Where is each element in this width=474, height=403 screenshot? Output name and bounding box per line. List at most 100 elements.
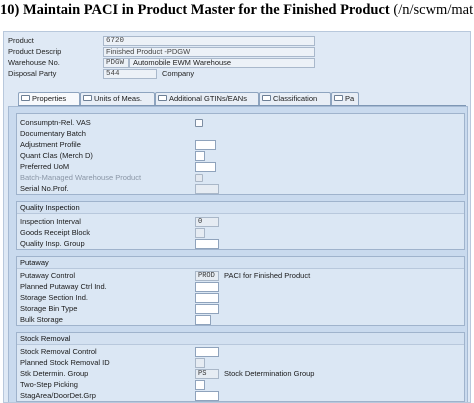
page-heading: 10) Maintain PACI in Product Master for … bbox=[0, 2, 474, 24]
tab-page-icon bbox=[158, 95, 167, 102]
goods-receipt-block-input[interactable] bbox=[195, 228, 205, 238]
row-putaway-control: Putaway Control PROD PACI for Finished P… bbox=[17, 271, 462, 281]
planned-putaway-ctrl-input[interactable] bbox=[195, 282, 219, 292]
row-goods-receipt-block: Goods Receipt Block bbox=[17, 228, 462, 238]
row-quality-insp-group: Quality Insp. Group bbox=[17, 239, 462, 249]
disposal-party-desc: Company bbox=[162, 69, 195, 78]
storage-bin-type-label: Storage Bin Type bbox=[20, 304, 78, 313]
row-stagarea-doordet-grp: StagArea/DoorDet.Grp bbox=[17, 391, 462, 401]
preferred-uom-input[interactable] bbox=[195, 162, 216, 172]
header-row-product-descrip: Product Descrip Finished Product -PDGW bbox=[8, 47, 468, 58]
row-preferred-uom: Preferred UoM bbox=[17, 162, 462, 172]
group-stock-removal: Stock Removal Stock Removal Control Plan… bbox=[16, 332, 465, 402]
row-stk-determin-group: Stk Determin. Group PS Stock Determinati… bbox=[17, 369, 462, 379]
header-row-disposal-party: Disposal Party 544 Company bbox=[8, 69, 468, 80]
documentary-batch-label: Documentary Batch bbox=[20, 129, 86, 138]
storage-bin-type-input[interactable] bbox=[195, 304, 219, 314]
tab-page-icon bbox=[21, 95, 30, 102]
row-documentary-batch: Documentary Batch bbox=[17, 129, 462, 139]
tab-content: Consumptn-Rel. VAS Documentary Batch Adj… bbox=[8, 106, 468, 402]
warehouse-no-desc: Automobile EWM Warehouse bbox=[129, 58, 315, 68]
group-putaway: Putaway Putaway Control PROD PACI for Fi… bbox=[16, 256, 465, 326]
quality-insp-group-label: Quality Insp. Group bbox=[20, 239, 85, 248]
bulk-storage-input[interactable] bbox=[195, 315, 211, 325]
two-step-picking-input[interactable] bbox=[195, 380, 205, 390]
product-label: Product bbox=[8, 36, 34, 45]
quality-inspection-title: Quality Inspection bbox=[17, 202, 464, 214]
stock-removal-title: Stock Removal bbox=[17, 333, 464, 345]
stagarea-doordet-grp-input[interactable] bbox=[195, 391, 219, 401]
disposal-party-label: Disposal Party bbox=[8, 69, 57, 78]
tab-label: Units of Meas. bbox=[94, 94, 142, 103]
storage-section-ind-input[interactable] bbox=[195, 293, 219, 303]
group-general: Consumptn-Rel. VAS Documentary Batch Adj… bbox=[16, 113, 465, 195]
serial-no-prof-input[interactable] bbox=[195, 184, 219, 194]
row-two-step-picking: Two-Step Picking bbox=[17, 380, 462, 390]
putaway-control-label: Putaway Control bbox=[20, 271, 76, 280]
tab-additional-gtins[interactable]: Additional GTINs/EANs bbox=[155, 92, 259, 105]
row-planned-stock-removal-id: Planned Stock Removal ID bbox=[17, 358, 462, 368]
two-step-picking-label: Two-Step Picking bbox=[20, 380, 78, 389]
row-batch-managed: Batch-Managed Warehouse Product bbox=[17, 173, 462, 183]
stock-removal-control-label: Stock Removal Control bbox=[20, 347, 97, 356]
inspection-interval-input[interactable]: 0 bbox=[195, 217, 219, 227]
serial-no-prof-label: Serial No.Prof. bbox=[20, 184, 69, 193]
tab-label: Pa bbox=[345, 94, 355, 103]
adjustment-profile-input[interactable] bbox=[195, 140, 216, 150]
tab-classification[interactable]: Classification bbox=[259, 92, 331, 105]
product-field[interactable]: 6720 bbox=[103, 36, 315, 46]
putaway-title: Putaway bbox=[17, 257, 464, 269]
stagarea-doordet-grp-label: StagArea/DoorDet.Grp bbox=[20, 391, 96, 400]
tab-page-icon bbox=[262, 95, 271, 102]
bulk-storage-label: Bulk Storage bbox=[20, 315, 63, 324]
quality-insp-group-input[interactable] bbox=[195, 239, 219, 249]
quant-clas-label: Quant Clas (Merch D) bbox=[20, 151, 93, 160]
row-quant-clas: Quant Clas (Merch D) bbox=[17, 151, 462, 161]
tab-packaging[interactable]: Pa bbox=[331, 92, 359, 105]
planned-stock-removal-id-label: Planned Stock Removal ID bbox=[20, 358, 110, 367]
batch-managed-label: Batch-Managed Warehouse Product bbox=[20, 173, 142, 182]
consumptn-rel-vas-checkbox[interactable] bbox=[195, 119, 203, 127]
stk-determin-group-input[interactable]: PS bbox=[195, 369, 219, 379]
planned-stock-removal-id-input[interactable] bbox=[195, 358, 205, 368]
quant-clas-input[interactable] bbox=[195, 151, 205, 161]
warehouse-no-label: Warehouse No. bbox=[8, 58, 60, 67]
consumptn-rel-vas-label: Consumptn-Rel. VAS bbox=[20, 118, 91, 127]
planned-putaway-ctrl-label: Planned Putaway Ctrl Ind. bbox=[20, 282, 107, 291]
transaction-path: (/n/scwm/mat1): bbox=[393, 2, 474, 18]
row-storage-bin-type: Storage Bin Type bbox=[17, 304, 462, 314]
tab-label: Additional GTINs/EANs bbox=[169, 94, 247, 103]
warehouse-no-field[interactable]: PDGW bbox=[103, 58, 129, 68]
header-row-warehouse: Warehouse No. PDGW Automobile EWM Wareho… bbox=[8, 58, 468, 69]
adjustment-profile-label: Adjustment Profile bbox=[20, 140, 81, 149]
row-bulk-storage: Bulk Storage bbox=[17, 315, 462, 325]
putaway-control-input[interactable]: PROD bbox=[195, 271, 219, 281]
header-row-product: Product 6720 bbox=[8, 36, 468, 47]
batch-managed-checkbox bbox=[195, 174, 203, 182]
tab-page-icon bbox=[334, 95, 343, 102]
tab-properties[interactable]: Properties bbox=[18, 92, 80, 105]
tab-page-icon bbox=[83, 95, 92, 102]
preferred-uom-label: Preferred UoM bbox=[20, 162, 70, 171]
disposal-party-field[interactable]: 544 bbox=[103, 69, 157, 79]
product-descrip-field[interactable]: Finished Product -PDGW bbox=[103, 47, 315, 57]
row-stock-removal-control: Stock Removal Control bbox=[17, 347, 462, 357]
inspection-interval-label: Inspection Interval bbox=[20, 217, 81, 226]
tab-strip: Properties Units of Meas. Additional GTI… bbox=[18, 92, 466, 106]
stk-determin-group-label: Stk Determin. Group bbox=[20, 369, 89, 378]
storage-section-ind-label: Storage Section Ind. bbox=[20, 293, 88, 302]
row-storage-section-ind: Storage Section Ind. bbox=[17, 293, 462, 303]
page-heading-text: 10) Maintain PACI in Product Master for … bbox=[0, 2, 390, 18]
tab-label: Classification bbox=[273, 94, 318, 103]
group-quality-inspection: Quality Inspection Inspection Interval 0… bbox=[16, 201, 465, 250]
row-serial-no-prof: Serial No.Prof. bbox=[17, 184, 462, 194]
product-descrip-label: Product Descrip bbox=[8, 47, 62, 56]
goods-receipt-block-label: Goods Receipt Block bbox=[20, 228, 91, 237]
row-adjustment-profile: Adjustment Profile bbox=[17, 140, 462, 150]
row-planned-putaway-ctrl: Planned Putaway Ctrl Ind. bbox=[17, 282, 462, 292]
tab-units-of-meas[interactable]: Units of Meas. bbox=[80, 92, 155, 105]
tab-label: Properties bbox=[32, 94, 67, 103]
stock-removal-control-input[interactable] bbox=[195, 347, 219, 357]
row-inspection-interval: Inspection Interval 0 bbox=[17, 217, 462, 227]
putaway-control-desc: PACI for Finished Product bbox=[224, 271, 311, 280]
